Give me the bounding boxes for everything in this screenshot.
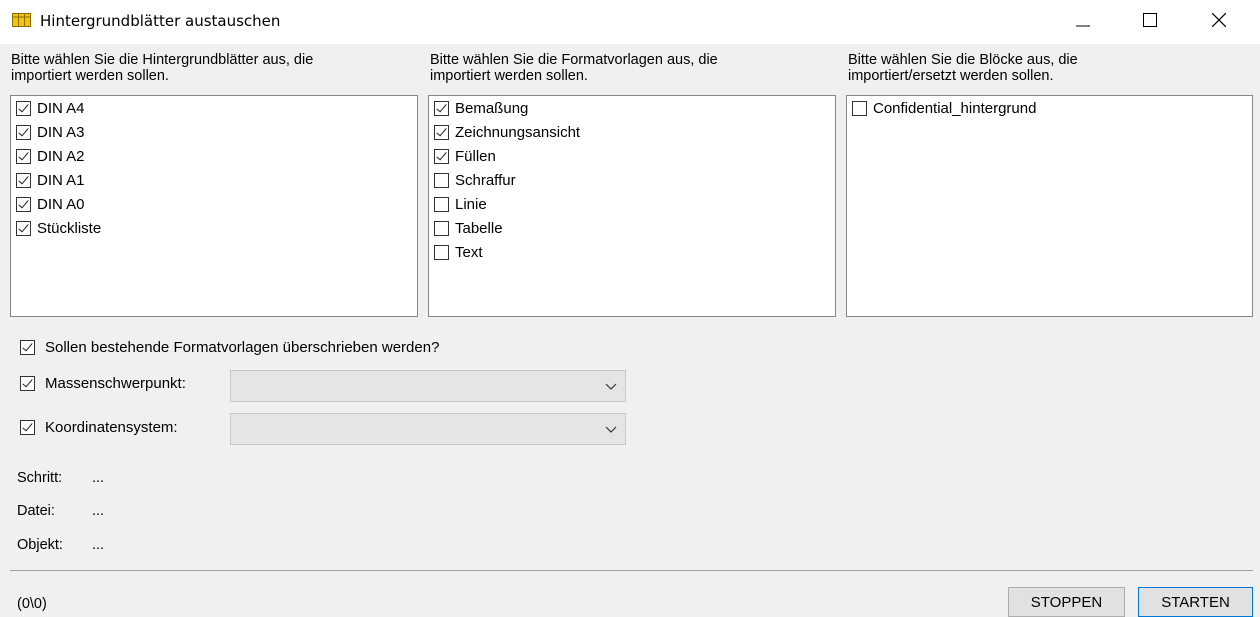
list-item-label: Bemaßung bbox=[455, 99, 529, 117]
list-item-label: Schraffur bbox=[455, 171, 516, 189]
overwrite-option[interactable]: Sollen bestehende Formatvorlagen übersch… bbox=[20, 339, 439, 356]
list-item-label: DIN A0 bbox=[37, 195, 85, 213]
overwrite-label: Sollen bestehende Formatvorlagen übersch… bbox=[45, 339, 440, 356]
list-item[interactable]: DIN A1 bbox=[16, 168, 85, 192]
list-item-label: DIN A1 bbox=[37, 171, 85, 189]
list-item-checkbox[interactable] bbox=[434, 196, 449, 212]
centroid-label: Massenschwerpunkt: bbox=[45, 375, 186, 392]
sheets-list[interactable]: DIN A4 DIN A3 DIN A2 DIN A1 DIN A0 Stückliste bbox=[10, 95, 418, 317]
list-item-label: DIN A3 bbox=[37, 123, 85, 141]
list-item-label: DIN A2 bbox=[37, 147, 85, 165]
object-label: Objekt: bbox=[17, 537, 63, 553]
styles-header: Bitte wählen Sie die Formatvorlagen aus,… bbox=[430, 52, 718, 84]
coords-checkbox[interactable] bbox=[20, 420, 35, 435]
list-item-label: Confidential_hintergrund bbox=[873, 99, 1037, 117]
minimize-icon bbox=[1076, 25, 1090, 27]
list-item[interactable]: Füllen bbox=[434, 144, 496, 168]
sheets-header: Bitte wählen Sie die Hintergrundblätter … bbox=[11, 52, 314, 84]
list-item-checkbox[interactable] bbox=[434, 220, 449, 236]
list-item[interactable]: Bemaßung bbox=[434, 96, 528, 120]
list-item-checkbox[interactable] bbox=[434, 148, 449, 164]
chevron-down-icon bbox=[605, 426, 617, 433]
object-value: ... bbox=[92, 537, 105, 553]
close-icon bbox=[1212, 13, 1226, 27]
list-item[interactable]: DIN A2 bbox=[16, 144, 85, 168]
centroid-option[interactable]: Massenschwerpunkt: bbox=[20, 375, 186, 392]
close-button[interactable] bbox=[1196, 0, 1242, 40]
list-item[interactable]: DIN A4 bbox=[16, 96, 85, 120]
list-item[interactable]: Schraffur bbox=[434, 168, 516, 192]
list-item-checkbox[interactable] bbox=[434, 244, 449, 260]
divider bbox=[10, 570, 1253, 571]
minimize-button[interactable] bbox=[1060, 0, 1106, 40]
blocks-header: Bitte wählen Sie die Blöcke aus, die imp… bbox=[848, 52, 1078, 84]
centroid-select[interactable] bbox=[230, 370, 626, 402]
coords-select[interactable] bbox=[230, 413, 626, 445]
list-item[interactable]: Confidential_hintergrund bbox=[852, 96, 1036, 120]
coords-option[interactable]: Koordinatensystem: bbox=[20, 419, 178, 436]
list-item-checkbox[interactable] bbox=[16, 124, 31, 140]
start-button[interactable]: STARTEN bbox=[1138, 587, 1253, 617]
list-item-label: Linie bbox=[455, 195, 487, 213]
title-bar[interactable]: Hintergrundblätter austauschen bbox=[0, 0, 1260, 44]
blocks-list[interactable]: Confidential_hintergrund bbox=[846, 95, 1253, 317]
list-item-label: Zeichnungsansicht bbox=[455, 123, 581, 141]
list-item[interactable]: Zeichnungsansicht bbox=[434, 120, 580, 144]
list-item-checkbox[interactable] bbox=[16, 196, 31, 212]
styles-list[interactable]: Bemaßung Zeichnungsansicht Füllen Schraffur… bbox=[428, 95, 836, 317]
file-label: Datei: bbox=[17, 503, 55, 519]
list-item-label: Füllen bbox=[455, 147, 496, 165]
file-value: ... bbox=[92, 503, 105, 519]
overwrite-checkbox[interactable] bbox=[20, 340, 35, 355]
list-item-checkbox[interactable] bbox=[16, 100, 31, 116]
list-item[interactable]: Text bbox=[434, 240, 483, 264]
list-item-checkbox[interactable] bbox=[16, 172, 31, 188]
list-item[interactable]: DIN A3 bbox=[16, 120, 85, 144]
list-item-checkbox[interactable] bbox=[852, 100, 867, 116]
list-item[interactable]: Tabelle bbox=[434, 216, 503, 240]
list-item[interactable]: DIN A0 bbox=[16, 192, 85, 216]
list-item-checkbox[interactable] bbox=[434, 172, 449, 188]
list-item-label: Tabelle bbox=[455, 219, 503, 237]
progress-counter: (0\0) bbox=[17, 596, 47, 612]
maximize-icon bbox=[1143, 13, 1157, 27]
list-item-checkbox[interactable] bbox=[16, 148, 31, 164]
list-item-label: Stückliste bbox=[37, 219, 102, 237]
chevron-down-icon bbox=[605, 383, 617, 390]
list-item[interactable]: Stückliste bbox=[16, 216, 101, 240]
list-item[interactable]: Linie bbox=[434, 192, 487, 216]
maximize-button[interactable] bbox=[1127, 0, 1173, 40]
centroid-checkbox[interactable] bbox=[20, 376, 35, 391]
stop-button[interactable]: STOPPEN bbox=[1008, 587, 1125, 617]
list-item-label: DIN A4 bbox=[37, 99, 85, 117]
sheets-grid-icon bbox=[12, 12, 31, 28]
step-value: ... bbox=[92, 470, 105, 486]
list-item-label: Text bbox=[455, 243, 483, 261]
coords-label: Koordinatensystem: bbox=[45, 419, 178, 436]
window-title: Hintergrundblätter austauschen bbox=[40, 12, 281, 30]
list-item-checkbox[interactable] bbox=[434, 100, 449, 116]
list-item-checkbox[interactable] bbox=[16, 220, 31, 236]
step-label: Schritt: bbox=[17, 470, 63, 486]
list-item-checkbox[interactable] bbox=[434, 124, 449, 140]
